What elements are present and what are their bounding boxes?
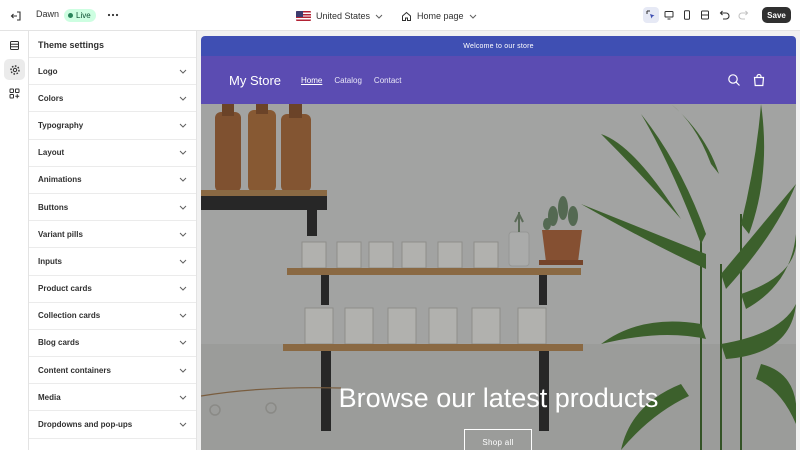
icon-rail	[0, 31, 29, 450]
settings-item-layout[interactable]: Layout	[29, 140, 196, 167]
chevron-down-icon	[179, 69, 187, 74]
country-selector[interactable]: United States	[296, 8, 383, 24]
more-actions-button[interactable]	[105, 7, 121, 23]
preview-tools	[643, 7, 715, 25]
chevron-down-icon	[179, 422, 187, 427]
top-bar: Dawn Live United States Home page Save	[0, 0, 800, 31]
settings-item-label: Typography	[38, 120, 84, 130]
exit-icon[interactable]	[6, 6, 26, 26]
chevron-down-icon	[179, 368, 187, 373]
cursor-select-icon	[646, 10, 655, 19]
chevron-down-icon	[375, 14, 383, 19]
store-name[interactable]: My Store	[229, 73, 281, 88]
status-badge: Live	[64, 9, 96, 22]
chevron-down-icon	[179, 259, 187, 264]
apps-icon	[9, 88, 20, 99]
us-flag-icon	[296, 11, 311, 21]
settings-item-logo[interactable]: Logo	[29, 58, 196, 86]
mobile-view-button[interactable]	[679, 7, 695, 23]
settings-item-label: Product cards	[38, 284, 92, 294]
chevron-down-icon	[179, 341, 187, 346]
status-badge-label: Live	[76, 11, 91, 20]
chevron-down-icon	[179, 123, 187, 128]
settings-item-label: Buttons	[38, 202, 69, 212]
search-icon[interactable]	[727, 73, 741, 90]
sections-rail-button[interactable]	[4, 35, 25, 56]
settings-item-label: Dropdowns and pop-ups	[38, 420, 133, 430]
settings-item-label: Inputs	[38, 256, 62, 266]
settings-item-label: Blog cards	[38, 338, 80, 348]
chevron-down-icon	[179, 205, 187, 210]
theme-settings-panel: Theme settings Logo Colors Typography Layou…	[29, 31, 197, 450]
country-label: United States	[316, 11, 371, 21]
apps-rail-button[interactable]	[4, 83, 25, 104]
settings-item-label: Animations	[38, 175, 82, 185]
nav-link-contact[interactable]: Contact	[374, 76, 402, 85]
panel-title: Theme settings	[29, 31, 196, 58]
settings-item-product-cards[interactable]: Product cards	[29, 276, 196, 303]
nav-link-home[interactable]: Home	[301, 76, 322, 85]
settings-item-label: Content containers	[38, 365, 111, 375]
settings-item-media[interactable]: Media	[29, 384, 196, 412]
theme-name: Dawn	[36, 9, 60, 19]
theme-settings-rail-button[interactable]	[4, 59, 25, 80]
save-button[interactable]: Save	[762, 7, 791, 23]
settings-item-buttons[interactable]: Buttons	[29, 194, 196, 222]
settings-item-dropdowns-and-pop-ups[interactable]: Dropdowns and pop-ups	[29, 411, 196, 439]
settings-item-animations[interactable]: Animations	[29, 167, 196, 194]
settings-item-colors[interactable]: Colors	[29, 85, 196, 113]
redo-icon[interactable]	[737, 8, 751, 22]
settings-list: Logo Colors Typography Layout Animations Butt…	[29, 58, 196, 439]
settings-item-label: Collection cards	[38, 311, 101, 321]
chevron-down-icon	[469, 14, 476, 19]
chevron-down-icon	[179, 150, 187, 155]
undo-icon[interactable]	[717, 8, 731, 22]
chevron-down-icon	[179, 177, 187, 183]
page-selector[interactable]: Home page	[401, 8, 477, 24]
settings-item-label: Layout	[38, 148, 65, 158]
ellipsis-icon	[107, 13, 119, 17]
store-header: My Store Home Catalog Contact	[201, 56, 796, 104]
cart-icon[interactable]	[752, 73, 766, 90]
home-icon	[402, 11, 411, 21]
settings-item-label: Media	[38, 392, 61, 402]
chevron-down-icon	[179, 286, 187, 291]
fullscreen-view-button[interactable]	[697, 7, 713, 23]
page-label: Home page	[417, 11, 464, 21]
store-nav: Home Catalog Contact	[301, 76, 402, 85]
settings-item-typography[interactable]: Typography	[29, 112, 196, 140]
layout-icon	[701, 10, 709, 20]
live-dot-icon	[68, 13, 73, 18]
chevron-down-icon	[179, 96, 187, 101]
settings-item-label: Logo	[38, 66, 58, 76]
hero-banner: Browse our latest products Shop all	[201, 104, 796, 450]
settings-item-inputs[interactable]: Inputs	[29, 248, 196, 276]
inspector-tool-button[interactable]	[643, 7, 659, 23]
desktop-icon	[664, 11, 674, 20]
settings-item-label: Variant pills	[38, 229, 83, 239]
chevron-down-icon	[179, 395, 187, 400]
store-preview: Welcome to our store My Store Home Catal…	[201, 36, 796, 450]
settings-item-label: Colors	[38, 93, 64, 103]
hero-title: Browse our latest products	[338, 383, 659, 413]
gear-icon	[9, 64, 20, 75]
settings-item-blog-cards[interactable]: Blog cards	[29, 330, 196, 358]
chevron-down-icon	[179, 313, 187, 318]
settings-item-collection-cards[interactable]: Collection cards	[29, 303, 196, 330]
settings-item-variant-pills[interactable]: Variant pills	[29, 221, 196, 249]
shop-all-button[interactable]: Shop all	[464, 429, 532, 450]
chevron-down-icon	[179, 232, 187, 237]
nav-link-catalog[interactable]: Catalog	[334, 76, 362, 85]
mobile-icon	[684, 10, 690, 20]
sections-icon	[10, 41, 19, 50]
announcement-bar: Welcome to our store	[201, 36, 796, 56]
desktop-view-button[interactable]	[661, 7, 677, 23]
settings-item-content-containers[interactable]: Content containers	[29, 357, 196, 385]
